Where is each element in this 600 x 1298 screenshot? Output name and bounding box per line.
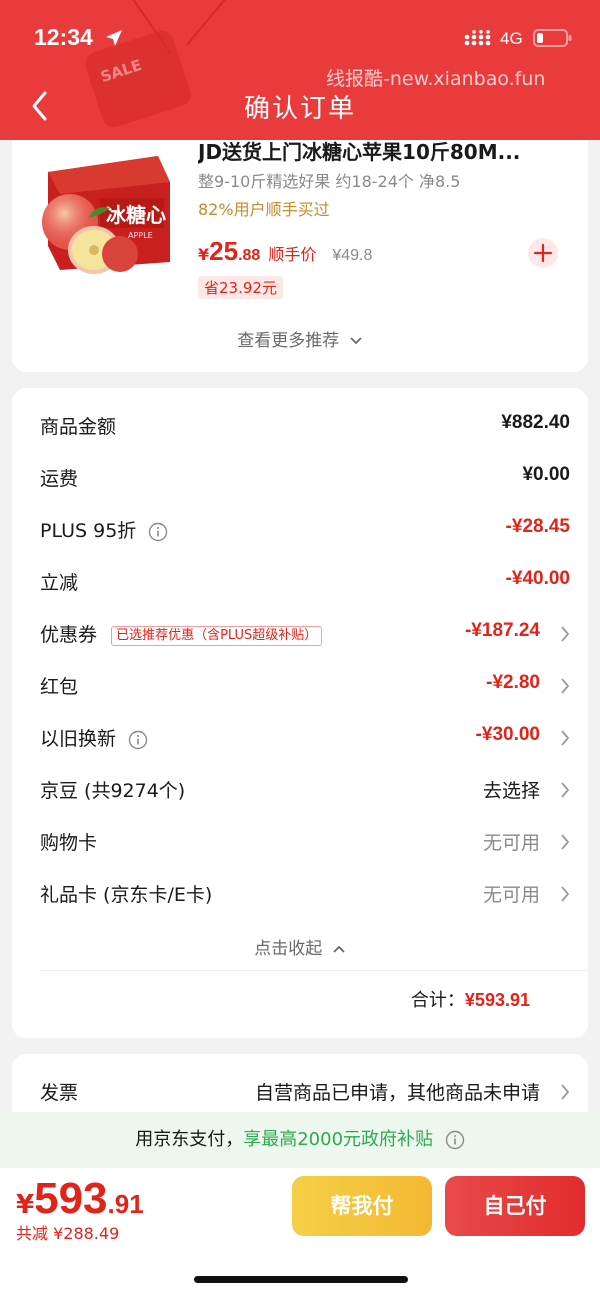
subsidy-highlight: 享最高2000元政府补贴 xyxy=(243,1129,434,1150)
battery-icon xyxy=(533,29,572,47)
coupon-tag: 已选推荐优惠（含PLUS超级补贴） xyxy=(111,625,323,646)
pay-amount: ¥593.91 xyxy=(16,1174,144,1224)
row-label: 优惠券 xyxy=(40,624,98,646)
summary-row-gift-card[interactable]: 礼品卡 (京东卡/E卡) 无可用 xyxy=(40,880,570,910)
summary-row-instant-discount: 立减 -¥40.00 xyxy=(40,568,570,598)
product-spec: 整9-10斤精选好果 约18-24个 净8.5 xyxy=(198,172,461,191)
row-label-wrap: 优惠券 已选推荐优惠（含PLUS超级补贴） xyxy=(40,620,323,647)
row-label: 立减 xyxy=(40,572,79,594)
row-label: 红包 xyxy=(40,676,79,698)
row-value: ¥0.00 xyxy=(522,464,570,485)
plus-icon xyxy=(533,243,553,263)
original-price: ¥49.8 xyxy=(332,247,373,264)
home-indicator xyxy=(194,1276,408,1283)
product-price: ¥25.88 顺手价 ¥49.8 xyxy=(198,236,372,267)
network-type: 4G xyxy=(500,29,523,48)
info-icon[interactable] xyxy=(128,730,148,750)
summary-row-goods-amount: 商品金额 ¥882.40 xyxy=(40,412,570,442)
row-label-wrap: 以旧换新 xyxy=(40,724,148,751)
row-label: 商品金额 xyxy=(40,416,117,438)
chevron-down-icon xyxy=(350,337,362,345)
subsidy-prefix: 用京东支付， xyxy=(135,1129,244,1150)
savings-badge: 省23.92元 xyxy=(198,276,283,299)
row-value: 无可用 xyxy=(482,832,540,854)
summary-row-shipping: 运费 ¥0.00 xyxy=(40,464,570,494)
collapse-label: 点击收起 xyxy=(254,939,323,959)
invoice-label: 发票 xyxy=(40,1082,79,1104)
recommended-product-card: 冰糖心 APPLE JD送货上门冰糖心苹果10斤80M... 整9-10斤精选好… xyxy=(12,120,588,372)
price-decimal: .88 xyxy=(238,247,261,264)
status-time: 12:34 xyxy=(34,24,93,50)
pay-currency: ¥ xyxy=(16,1190,35,1220)
self-pay-button[interactable]: 自己付 xyxy=(445,1176,585,1236)
info-icon[interactable] xyxy=(148,522,168,542)
info-icon[interactable] xyxy=(445,1130,465,1150)
friend-pay-button[interactable]: 帮我付 xyxy=(292,1176,432,1236)
chevron-right-icon xyxy=(561,1084,570,1100)
pay-decimal: .91 xyxy=(107,1189,144,1219)
summary-row-plus-discount: PLUS 95折 -¥28.45 xyxy=(40,516,570,546)
row-value: -¥30.00 xyxy=(475,724,540,745)
header-bar: SALE 12:34 4G 线报酷-new.xianbao.fun 确认订单 xyxy=(0,0,600,140)
chevron-right-icon xyxy=(561,782,570,798)
chevron-right-icon xyxy=(561,678,570,694)
row-value: -¥2.80 xyxy=(486,672,540,693)
apple-box-image: 冰糖心 APPLE xyxy=(40,142,178,274)
subsidy-banner[interactable]: 用京东支付，享最高2000元政府补贴 xyxy=(0,1112,600,1168)
row-label: 购物卡 xyxy=(40,832,98,854)
more-recommendations-link[interactable]: 查看更多推荐 xyxy=(12,326,588,351)
price-currency: ¥ xyxy=(198,245,210,264)
row-label: 运费 xyxy=(40,468,79,490)
chevron-right-icon xyxy=(561,730,570,746)
row-value: -¥28.45 xyxy=(505,516,570,537)
total-value: ¥593.91 xyxy=(464,990,530,1010)
row-value: 去选择 xyxy=(482,780,540,802)
chevron-right-icon xyxy=(561,834,570,850)
price-tag: 顺手价 xyxy=(268,245,317,264)
more-recommendations-label: 查看更多推荐 xyxy=(237,331,340,351)
row-label: 京豆 (共9274个) xyxy=(40,780,186,802)
pay-integer: 593 xyxy=(34,1174,108,1223)
row-value: 无可用 xyxy=(482,884,540,906)
chevron-right-icon xyxy=(561,626,570,642)
price-integer: 25 xyxy=(209,236,239,266)
summary-row-trade-in[interactable]: 以旧换新 -¥30.00 xyxy=(40,724,570,754)
collapse-toggle[interactable]: 点击收起 xyxy=(12,934,588,959)
summary-row-shopping-card[interactable]: 购物卡 无可用 xyxy=(40,828,570,858)
page-title: 确认订单 xyxy=(243,94,356,124)
row-value: -¥187.24 xyxy=(464,620,540,641)
product-image[interactable]: 冰糖心 APPLE xyxy=(40,142,178,274)
row-label: 礼品卡 (京东卡/E卡) xyxy=(40,884,213,906)
location-arrow-icon xyxy=(106,30,122,46)
row-value: -¥40.00 xyxy=(505,568,570,589)
watermark-text: 线报酷-new.xianbao.fun xyxy=(326,68,546,90)
total-label: 合计： xyxy=(410,990,465,1011)
row-label-wrap: PLUS 95折 xyxy=(40,516,168,543)
add-to-order-button[interactable] xyxy=(528,238,558,268)
summary-row-coupon[interactable]: 优惠券 已选推荐优惠（含PLUS超级补贴） -¥187.24 xyxy=(40,620,570,650)
row-label: PLUS 95折 xyxy=(40,520,137,542)
sale-tag-string xyxy=(185,0,227,46)
box-brand-text: 冰糖心 xyxy=(106,203,166,227)
signal-icon xyxy=(464,30,491,46)
order-summary-card: 商品金额 ¥882.40 运费 ¥0.00 PLUS 95折 -¥28.45 立… xyxy=(12,388,588,1038)
total-discount: 共减 ¥288.49 xyxy=(16,1224,120,1243)
summary-row-jd-beans[interactable]: 京豆 (共9274个) 去选择 xyxy=(40,776,570,806)
invoice-value: 自营商品已申请，其他商品未申请 xyxy=(254,1082,540,1104)
divider xyxy=(40,970,588,971)
repurchase-rate: 82%用户顺手买过 xyxy=(198,200,330,219)
chevron-up-icon xyxy=(333,945,345,953)
invoice-row[interactable]: 发票 自营商品已申请，其他商品未申请 xyxy=(40,1078,570,1108)
box-sub-text: APPLE xyxy=(128,231,153,240)
row-value: ¥882.40 xyxy=(501,412,570,433)
order-total: 合计：¥593.91 xyxy=(411,986,530,1012)
product-title[interactable]: JD送货上门冰糖心苹果10斤80M... xyxy=(198,136,568,165)
row-label: 以旧换新 xyxy=(40,728,117,750)
chevron-right-icon xyxy=(561,886,570,902)
summary-row-red-packet[interactable]: 红包 -¥2.80 xyxy=(40,672,570,702)
